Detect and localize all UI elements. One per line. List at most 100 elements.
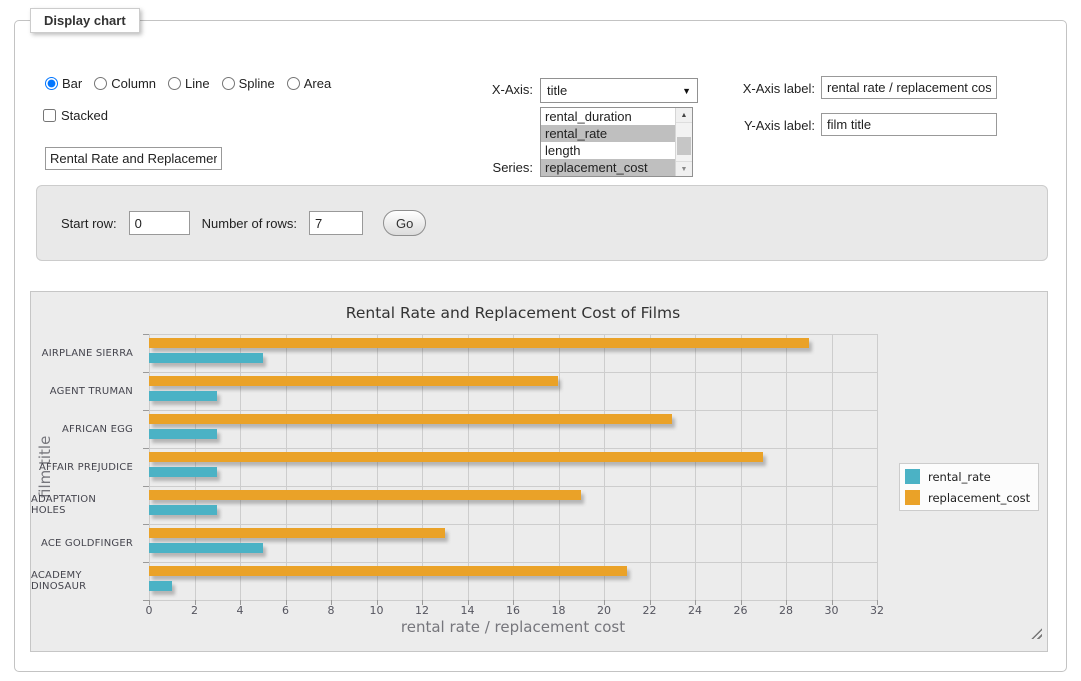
chart-type-option-column[interactable]: Column	[94, 76, 156, 91]
chevron-down-icon: ▼	[682, 86, 691, 96]
gridline-v	[786, 334, 787, 600]
chart-type-option-bar[interactable]: Bar	[45, 76, 82, 91]
chart-type-radio-column[interactable]	[94, 77, 107, 90]
legend-swatch-rental_rate	[905, 469, 920, 484]
legend-label: rental_rate	[928, 470, 991, 484]
x-tick-label: 22	[632, 604, 668, 617]
chart-type-label: Line	[185, 76, 210, 91]
y-tick-mark	[143, 372, 149, 373]
gridline-v	[422, 334, 423, 600]
category-label: AFRICAN EGG	[31, 410, 141, 448]
y-tick-mark	[143, 600, 149, 601]
bar-rental_rate	[149, 581, 172, 591]
y-tick-mark	[143, 562, 149, 563]
scrollbar-thumb[interactable]	[677, 137, 691, 155]
gridline-v	[331, 334, 332, 600]
bar-replacement_cost	[149, 414, 672, 424]
gridline-v	[741, 334, 742, 600]
x-axis-select[interactable]: title ▼	[540, 78, 698, 103]
series-options: rental_durationrental_ratelengthreplacem…	[541, 108, 675, 176]
bar-replacement_cost	[149, 566, 627, 576]
x-axis-label-input[interactable]	[821, 76, 997, 99]
gridline-v	[877, 334, 878, 600]
gridline-v	[240, 334, 241, 600]
start-row-label: Start row:	[61, 216, 117, 231]
category-label: ACADEMY DINOSAUR	[31, 562, 141, 600]
gridline-h	[149, 448, 877, 449]
number-of-rows-input[interactable]	[309, 211, 363, 235]
y-axis-label-input[interactable]	[821, 113, 997, 136]
chart-type-label: Spline	[239, 76, 275, 91]
x-axis-label-caption: X-Axis label:	[725, 81, 815, 96]
gridline-v	[559, 334, 560, 600]
legend-item-replacement_cost: replacement_cost	[905, 490, 1030, 505]
scroll-down-icon[interactable]: ▼	[676, 161, 692, 176]
bar-rental_rate	[149, 391, 217, 401]
gridline-v	[377, 334, 378, 600]
gridline-h	[149, 524, 877, 525]
gridline-h	[149, 372, 877, 373]
category-label: AIRPLANE SIERRA	[31, 334, 141, 372]
chart-type-radio-spline[interactable]	[222, 77, 235, 90]
series-caption: Series:	[470, 160, 533, 175]
x-tick-label: 2	[177, 604, 213, 617]
chart-legend: rental_rate replacement_cost	[899, 463, 1039, 511]
gridline-h	[149, 486, 877, 487]
gridline-h	[149, 562, 877, 563]
bar-rental_rate	[149, 505, 217, 515]
chart-type-option-area[interactable]: Area	[287, 76, 331, 91]
category-label: ADAPTATION HOLES	[31, 486, 141, 524]
x-axis-caption: X-Axis:	[470, 82, 533, 97]
series-option-replacement_cost[interactable]: replacement_cost	[541, 159, 675, 176]
chart-type-label: Column	[111, 76, 156, 91]
series-option-rental_duration[interactable]: rental_duration	[541, 108, 675, 125]
chart-type-label: Bar	[62, 76, 82, 91]
x-tick-label: 24	[677, 604, 713, 617]
category-label: ACE GOLDFINGER	[31, 524, 141, 562]
bar-replacement_cost	[149, 528, 445, 538]
series-option-length[interactable]: length	[541, 142, 675, 159]
chart-x-axis-title: rental rate / replacement cost	[149, 618, 877, 636]
chart-type-radio-area[interactable]	[287, 77, 300, 90]
gridline-v	[695, 334, 696, 600]
chart-title-input[interactable]	[45, 147, 222, 170]
x-tick-label: 0	[131, 604, 167, 617]
scroll-up-icon[interactable]: ▲	[676, 108, 692, 123]
chart-type-option-spline[interactable]: Spline	[222, 76, 275, 91]
number-of-rows-label: Number of rows:	[202, 216, 297, 231]
x-tick-label: 30	[814, 604, 850, 617]
gridline-v	[604, 334, 605, 600]
stacked-checkbox[interactable]	[43, 109, 56, 122]
resize-handle-icon[interactable]	[1031, 628, 1042, 639]
bar-replacement_cost	[149, 376, 558, 386]
gridline-v	[832, 334, 833, 600]
start-row-input[interactable]	[129, 211, 190, 235]
chart-type-radio-line[interactable]	[168, 77, 181, 90]
y-axis-label-caption: Y-Axis label:	[725, 118, 815, 133]
gridline-v	[468, 334, 469, 600]
go-button[interactable]: Go	[383, 210, 426, 236]
series-option-rental_rate[interactable]: rental_rate	[541, 125, 675, 142]
panel-title: Display chart	[30, 8, 140, 33]
y-tick-mark	[143, 524, 149, 525]
chart-type-option-line[interactable]: Line	[168, 76, 210, 91]
stacked-option[interactable]: Stacked	[43, 108, 108, 123]
legend-label: replacement_cost	[928, 491, 1030, 505]
series-listbox[interactable]: rental_durationrental_ratelengthreplacem…	[540, 107, 693, 177]
x-tick-label: 20	[586, 604, 622, 617]
x-tick-label: 10	[359, 604, 395, 617]
x-tick-label: 14	[450, 604, 486, 617]
bar-rental_rate	[149, 429, 217, 439]
x-tick-label: 28	[768, 604, 804, 617]
y-tick-mark	[143, 448, 149, 449]
gridline-h	[149, 334, 877, 335]
plot-area	[149, 334, 877, 600]
y-tick-mark	[143, 334, 149, 335]
chart-type-radio-bar[interactable]	[45, 77, 58, 90]
y-tick-mark	[143, 410, 149, 411]
legend-item-rental_rate: rental_rate	[905, 469, 1030, 484]
x-axis-selected-value: title	[547, 83, 567, 98]
listbox-scrollbar[interactable]: ▲ ▼	[675, 108, 692, 176]
bar-rental_rate	[149, 353, 263, 363]
bar-replacement_cost	[149, 490, 581, 500]
